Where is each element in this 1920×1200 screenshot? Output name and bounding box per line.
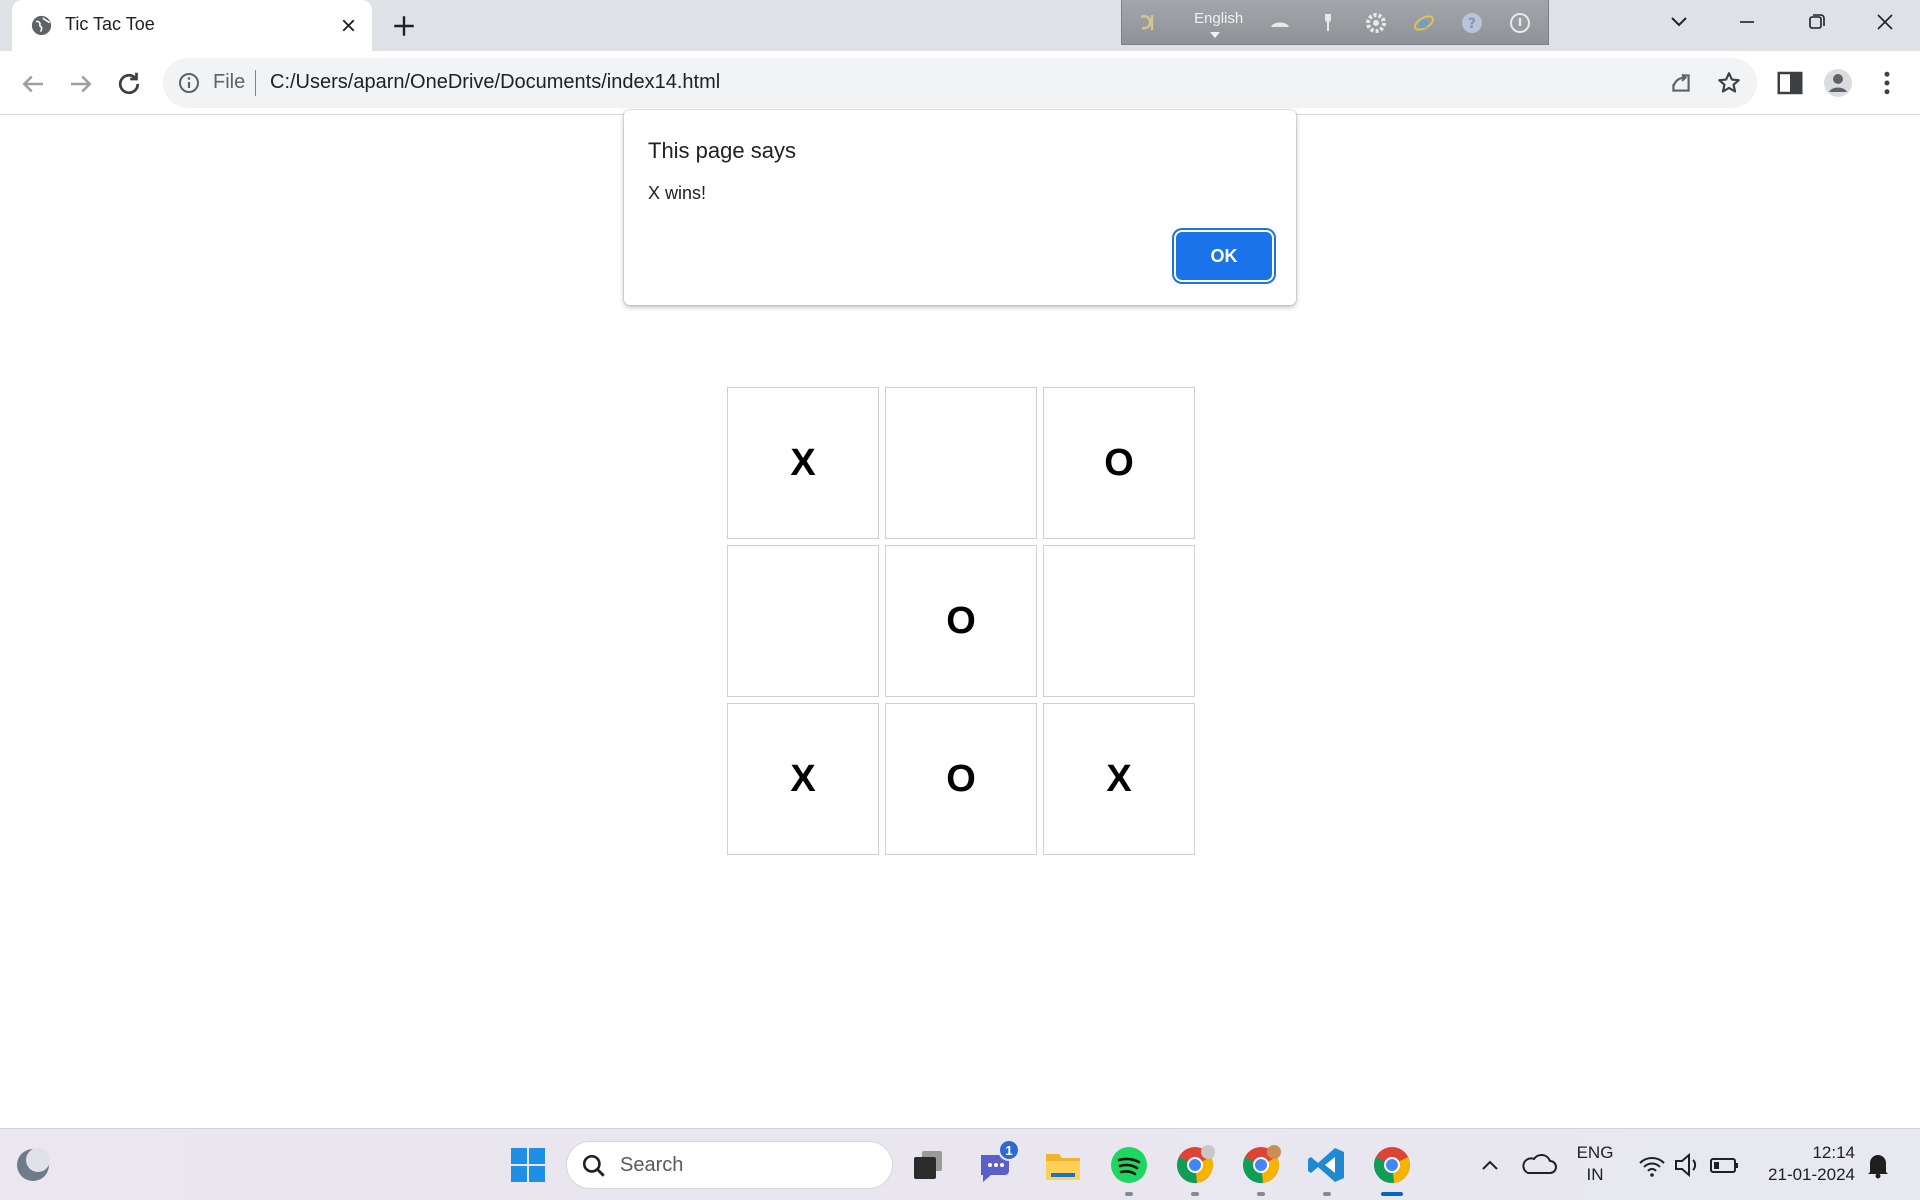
browser-toolbar: File C:/Users/aparn/OneDrive/Documents/i…: [0, 51, 1920, 115]
language-code: ENG: [1576, 1143, 1614, 1162]
dialog-message: X wins!: [648, 183, 707, 203]
back-arrow-icon[interactable]: [18, 69, 48, 99]
more-menu-icon[interactable]: [1872, 68, 1902, 98]
new-tab-icon[interactable]: [391, 13, 417, 39]
settings-icon[interactable]: [1364, 11, 1388, 35]
forward-arrow-icon[interactable]: [66, 69, 96, 99]
chrome-profile-2-icon[interactable]: [1241, 1145, 1281, 1185]
board-cell-3[interactable]: O: [1043, 387, 1195, 539]
windows-taskbar: Search 1 ENG IN 12:14 21-01-2024: [0, 1128, 1920, 1200]
minimize-icon[interactable]: [1729, 8, 1765, 36]
browser-tab[interactable]: Tic Tac Toe: [12, 0, 372, 51]
globe-icon: [31, 15, 52, 36]
side-panel-icon[interactable]: [1775, 68, 1805, 98]
scheme-label: File: [213, 71, 246, 93]
board-cell-1[interactable]: X: [727, 387, 879, 539]
svg-text:e: e: [1419, 14, 1429, 32]
site-info-icon[interactable]: [177, 71, 201, 95]
board-cell-6[interactable]: [1043, 545, 1195, 697]
chrome-active-icon[interactable]: [1372, 1145, 1412, 1185]
spotify-icon[interactable]: [1109, 1145, 1149, 1185]
chrome-active-indicator: [1381, 1192, 1403, 1196]
chrome-profile-1-indicator: [1191, 1192, 1199, 1196]
tab-search-icon[interactable]: [1661, 8, 1697, 36]
help-icon[interactable]: ?: [1460, 11, 1484, 35]
board-cell-7[interactable]: X: [727, 703, 879, 855]
internet-explorer-icon[interactable]: e: [1412, 11, 1436, 35]
ime-logo-icon[interactable]: [1136, 11, 1160, 35]
url-text[interactable]: C:/Users/aparn/OneDrive/Documents/index1…: [270, 71, 720, 94]
chrome-profile-1-icon[interactable]: [1175, 1145, 1215, 1185]
address-bar[interactable]: File C:/Users/aparn/OneDrive/Documents/i…: [163, 58, 1757, 108]
bookmark-star-icon[interactable]: [1716, 70, 1742, 96]
input-language-indicator[interactable]: ENG IN: [1574, 1142, 1616, 1186]
region-code: IN: [1586, 1165, 1604, 1184]
ok-button[interactable]: OK: [1176, 232, 1272, 280]
windows-start-icon[interactable]: [508, 1145, 548, 1185]
dialog-title: This page says: [648, 138, 796, 163]
close-tab-icon[interactable]: [338, 15, 359, 36]
reload-icon[interactable]: [114, 69, 144, 99]
notification-bell-icon[interactable]: [1858, 1145, 1898, 1185]
vs-code-icon[interactable]: [1307, 1145, 1347, 1185]
wifi-icon[interactable]: [1632, 1145, 1672, 1185]
clock-time: 12:14: [1812, 1143, 1855, 1162]
show-hidden-icons-icon[interactable]: [1470, 1145, 1510, 1185]
share-icon[interactable]: [1668, 70, 1694, 96]
svg-text:?: ?: [1468, 16, 1476, 32]
clock[interactable]: 12:14 21-01-2024: [1755, 1142, 1855, 1186]
vs-code-running-indicator: [1323, 1192, 1331, 1196]
chat-notification-badge: 1: [998, 1139, 1020, 1161]
tab-title: Tic Tac Toe: [65, 14, 155, 34]
restore-icon[interactable]: [1798, 8, 1834, 36]
board-cell-4[interactable]: [727, 545, 879, 697]
task-view-icon[interactable]: [908, 1145, 948, 1185]
alert-dialog: This page says X wins! OK: [624, 110, 1296, 305]
clock-date: 21-01-2024: [1768, 1165, 1855, 1184]
close-window-icon[interactable]: [1867, 8, 1903, 36]
battery-icon[interactable]: [1704, 1145, 1744, 1185]
file-explorer-icon[interactable]: [1043, 1145, 1083, 1185]
volume-icon[interactable]: [1668, 1145, 1708, 1185]
ime-language-label[interactable]: English: [1194, 10, 1243, 27]
board-cell-5[interactable]: O: [885, 545, 1037, 697]
ime-language-bar: English e ?: [1121, 0, 1549, 45]
board-cell-2[interactable]: [885, 387, 1037, 539]
keyboard-icon[interactable]: [1268, 11, 1292, 35]
tab-strip: Tic Tac Toe English e ?: [0, 0, 1920, 51]
brush-icon[interactable]: [1316, 11, 1340, 35]
weather-widget-icon[interactable]: [13, 1145, 53, 1185]
search-placeholder: Search: [620, 1154, 684, 1176]
taskbar-search[interactable]: Search: [566, 1141, 893, 1189]
tic-tac-toe-board: X O O X O X: [727, 387, 1195, 855]
profile-avatar-icon[interactable]: [1823, 68, 1853, 98]
onedrive-icon[interactable]: [1519, 1145, 1559, 1185]
board-cell-9[interactable]: X: [1043, 703, 1195, 855]
spotify-running-indicator: [1125, 1192, 1133, 1196]
omnibox-divider: [255, 70, 256, 96]
search-icon: [582, 1154, 605, 1177]
info-circle-icon[interactable]: [1508, 11, 1532, 35]
ime-dropdown-icon[interactable]: [1210, 32, 1220, 38]
chrome-profile-2-indicator: [1257, 1192, 1265, 1196]
board-cell-8[interactable]: O: [885, 703, 1037, 855]
